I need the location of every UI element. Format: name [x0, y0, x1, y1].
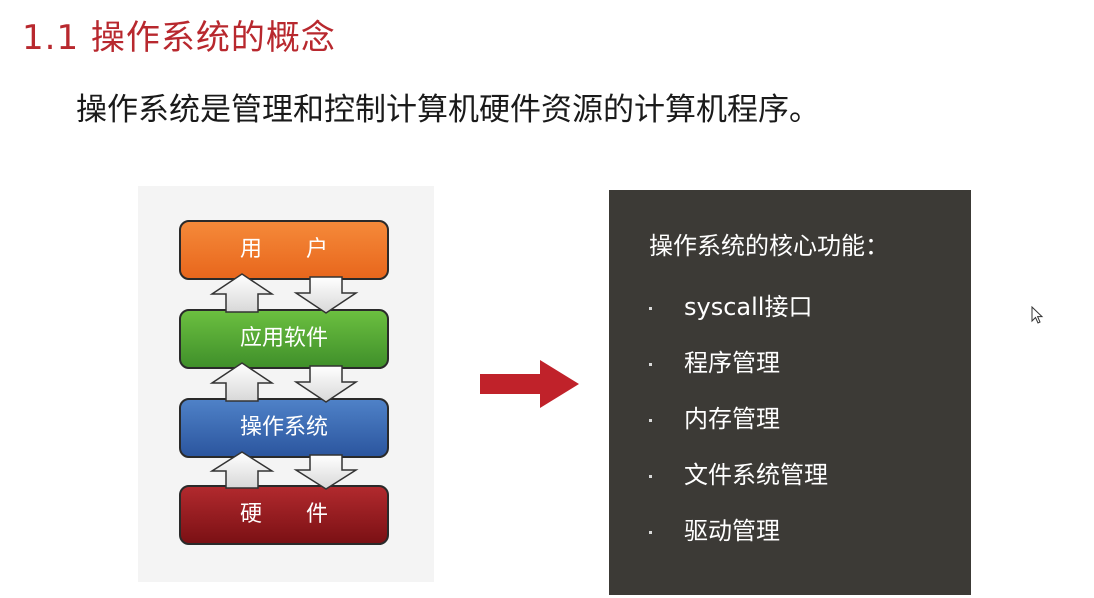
core-functions-panel: 操作系统的核心功能： syscall接口 程序管理 内存管理 文件系统管理 驱动…	[609, 190, 971, 595]
layer-hw-label: 硬 件	[240, 502, 328, 527]
down-arrow-1	[293, 276, 359, 314]
definition-text: 操作系统是管理和控制计算机硬件资源的计算机程序。	[76, 92, 820, 128]
right-arrow-icon	[480, 360, 579, 408]
bullet-icon	[649, 306, 652, 310]
os-layer-diagram: 用 户 应用软件 操作系统 硬 件	[138, 186, 434, 582]
slide-title: 1.1 操作系统的概念	[22, 18, 336, 58]
layer-app-label: 应用软件	[240, 326, 328, 351]
bullet-icon	[649, 530, 652, 534]
down-arrow-2	[293, 365, 359, 403]
layer-user-label: 用 户	[240, 237, 328, 262]
function-label: 驱动管理	[684, 516, 780, 545]
bullet-icon	[649, 418, 652, 422]
mouse-pointer-icon	[1031, 306, 1044, 324]
function-label: 程序管理	[684, 348, 780, 377]
down-arrow-3	[293, 454, 359, 490]
list-item: 驱动管理	[649, 500, 828, 556]
function-label: syscall接口	[684, 292, 813, 321]
core-functions-list: syscall接口 程序管理 内存管理 文件系统管理 驱动管理	[649, 276, 828, 556]
core-functions-title: 操作系统的核心功能：	[649, 232, 889, 260]
list-item: 文件系统管理	[649, 444, 828, 500]
list-item: 程序管理	[649, 332, 828, 388]
layer-os-label: 操作系统	[240, 415, 328, 440]
list-item: syscall接口	[649, 276, 828, 332]
function-label: 内存管理	[684, 404, 780, 433]
bullet-icon	[649, 362, 652, 366]
list-item: 内存管理	[649, 388, 828, 444]
function-label: 文件系统管理	[684, 460, 828, 489]
bullet-icon	[649, 474, 652, 478]
